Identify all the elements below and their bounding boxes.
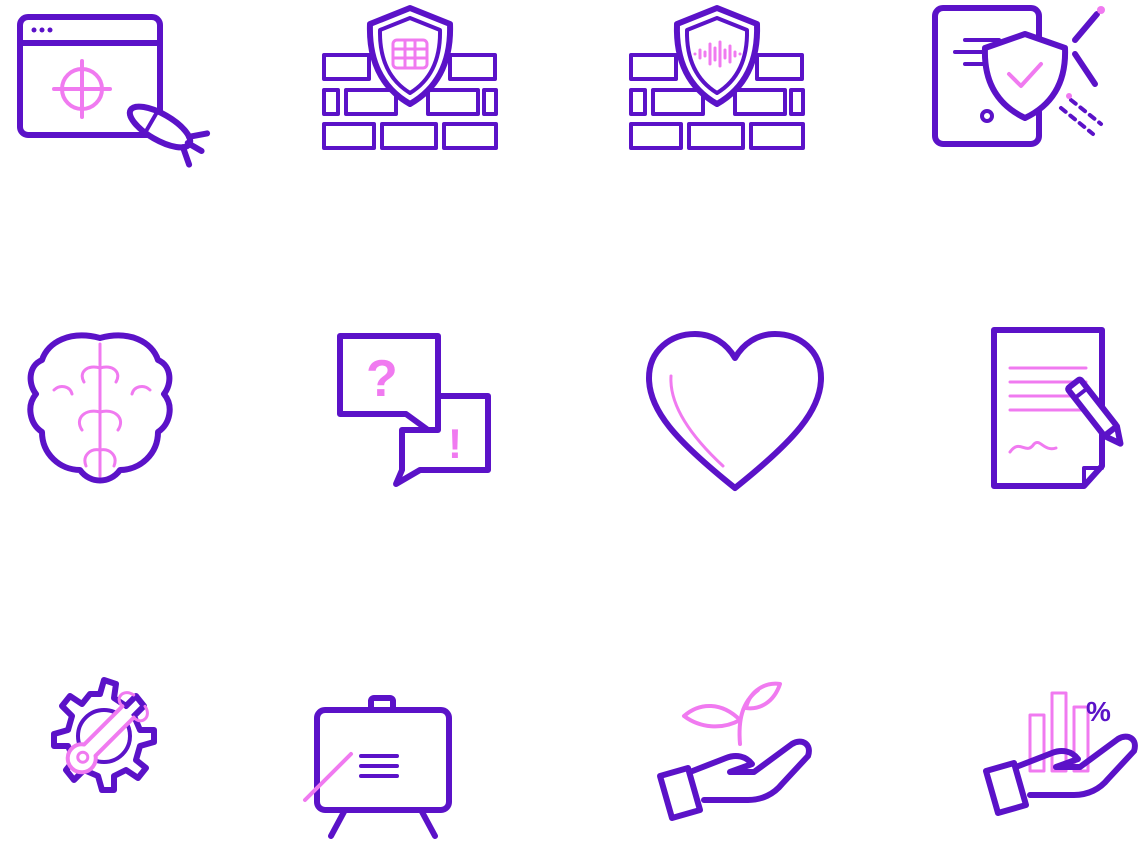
firewall-shield-audio-icon <box>617 0 817 190</box>
gear-wrench-icon <box>18 650 218 840</box>
signed-contract-icon <box>980 320 1140 510</box>
question-glyph: ? <box>366 350 398 408</box>
firewall-shield-icon <box>310 0 510 190</box>
hand-chart-percent-icon: % <box>968 655 1140 845</box>
brain-icon <box>0 320 200 510</box>
icon-grid: ? ! % <box>0 0 1140 841</box>
web-attack-target-icon <box>10 5 211 195</box>
presentation-easel-icon <box>295 660 495 850</box>
hand-plant-icon <box>642 660 842 850</box>
document-security-shield-icon <box>925 0 1125 190</box>
question-answer-bubbles-icon: ? ! <box>318 320 518 510</box>
exclamation-glyph: ! <box>448 420 462 467</box>
percent-glyph: % <box>1086 696 1111 727</box>
heart-icon <box>635 320 835 510</box>
